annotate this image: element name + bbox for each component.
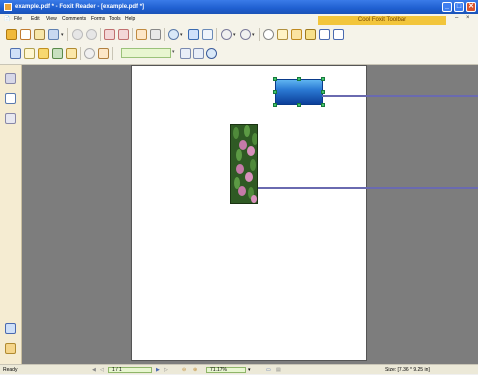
mdi-minimize-button[interactable]: – [455,15,458,21]
flower-image [231,125,257,203]
toolbar-separator [100,28,101,41]
pages-icon[interactable] [5,93,16,104]
zoom-in-icon[interactable] [240,29,251,40]
search-dropdown-icon[interactable]: ▾ [172,49,175,55]
main-toolbar: ▾ ▾ ▾ ▾ [0,25,478,45]
back-icon[interactable] [104,29,115,40]
menu-file[interactable]: File [14,14,22,25]
select-annotation-icon[interactable] [10,48,21,59]
toolbar-separator [67,28,68,41]
menu-comments[interactable]: Comments [62,14,86,25]
close-button[interactable]: ✕ [466,2,476,12]
app-icon [4,3,12,11]
search-icon[interactable] [206,48,217,59]
bookmarks-icon[interactable] [5,73,16,84]
highlight-icon[interactable] [38,48,49,59]
note-icon[interactable] [277,29,288,40]
pdf-page[interactable] [131,65,367,361]
minimize-button[interactable]: _ [442,2,452,12]
zoom-dropdown-icon[interactable]: ▾ [180,32,184,38]
blue-rectangle-annotation[interactable] [275,79,323,105]
menu-edit[interactable]: Edit [31,14,40,25]
secondary-toolbar: ▾ [0,44,478,65]
toolbar-separator [112,47,113,60]
attachments-tab-icon[interactable] [5,343,16,354]
link-icon[interactable] [84,48,95,59]
forward-icon[interactable] [118,29,129,40]
typewriter-icon[interactable] [305,29,316,40]
attachment-icon[interactable] [66,48,77,59]
resize-handle[interactable] [273,103,277,107]
zoom-out-icon[interactable] [221,29,232,40]
resize-handle[interactable] [273,90,277,94]
fit-page-icon[interactable] [188,29,199,40]
text-box-icon[interactable] [319,29,330,40]
resize-handle[interactable] [321,103,325,107]
zoom-in-dropdown-icon[interactable]: ▾ [252,32,256,38]
measure-icon[interactable] [98,48,109,59]
toolbar-separator [259,28,260,41]
resize-handle[interactable] [321,77,325,81]
image-annotation-icon[interactable] [52,48,63,59]
resize-handle[interactable] [297,77,301,81]
menu-help[interactable]: Help [125,14,135,25]
toolbar-separator [216,28,217,41]
mdi-close-button[interactable]: × [466,15,470,21]
pencil-icon[interactable] [291,29,302,40]
annotation-connector-line [322,95,478,97]
scan-icon[interactable] [48,29,59,40]
menu-doc-icon[interactable]: 📄 [4,14,10,25]
search-tab-icon[interactable] [5,323,16,334]
scan-dropdown-icon[interactable]: ▾ [61,32,65,38]
menu-tools[interactable]: Tools [109,14,121,25]
fit-width-icon[interactable] [202,29,213,40]
resize-handle[interactable] [321,90,325,94]
print-icon[interactable] [34,29,45,40]
cool-toolbar-banner[interactable]: Cool Foxit Toolbar [318,16,446,25]
menu-forms[interactable]: Forms [91,14,105,25]
search-input[interactable] [121,48,171,58]
zoom-icon[interactable] [168,29,179,40]
toolbar-separator [132,28,133,41]
flower-image-annotation[interactable] [230,124,258,204]
forward-disabled-icon [86,29,97,40]
title-bar: example.pdf * - Foxit Reader - [example.… [0,0,478,14]
document-area [22,65,478,364]
layers-icon[interactable] [5,113,16,124]
back-disabled-icon [72,29,83,40]
hand-tool-icon[interactable] [136,29,147,40]
navigation-panel [0,65,22,364]
toolbar-separator [164,28,165,41]
annotation-connector-line [258,187,478,189]
zoom-out-dropdown-icon[interactable]: ▾ [233,32,237,38]
resize-handle[interactable] [297,103,301,107]
menu-view[interactable]: View [46,14,57,25]
toolbar-separator [80,47,81,60]
window-title: example.pdf * - Foxit Reader - [example.… [15,4,145,10]
search-prev-icon[interactable] [180,48,191,59]
resize-handle[interactable] [273,77,277,81]
open-folder-icon[interactable] [6,29,17,40]
maximize-button[interactable]: □ [454,2,464,12]
select-text-icon[interactable] [150,29,161,40]
search-next-icon[interactable] [193,48,204,59]
save-icon[interactable] [20,29,31,40]
status-bar: Ready ◀ ◁ 1 / 1 ▶ ▷ ⊖ ⊕ 71.17% ▾ ▭ ▤ Siz… [0,364,478,374]
rotate-icon[interactable] [263,29,274,40]
text-tool-icon[interactable] [24,48,35,59]
image-icon[interactable] [333,29,344,40]
